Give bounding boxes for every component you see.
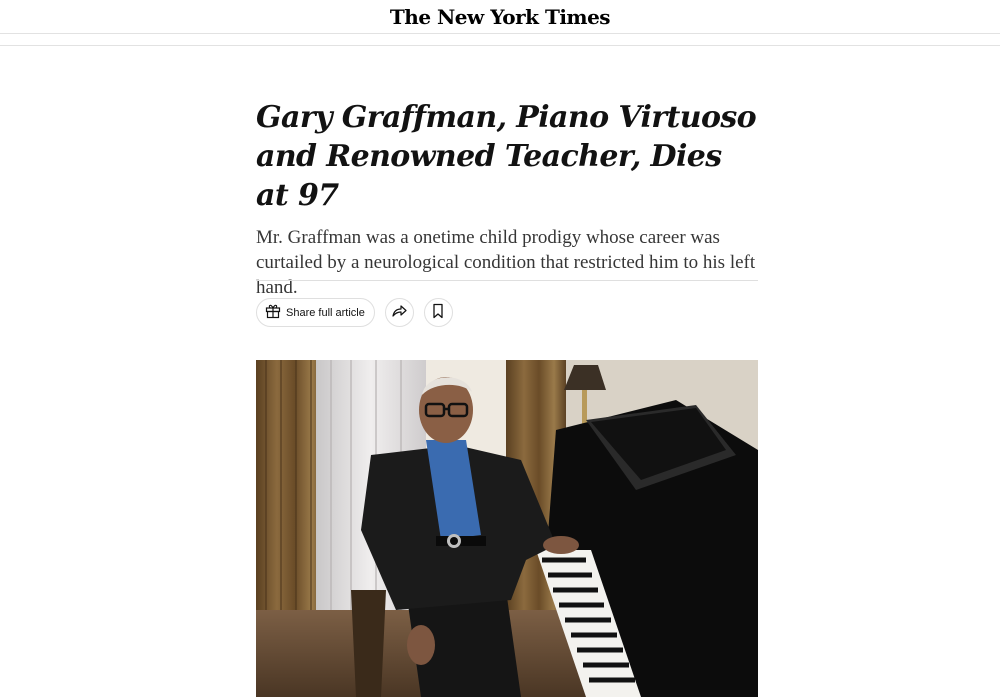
masthead: The New York Times — [0, 0, 1000, 34]
article-toolbar: Share full article — [256, 298, 453, 327]
photo-illustration — [256, 360, 758, 697]
gift-icon — [264, 302, 282, 323]
share-full-article-label: Share full article — [286, 306, 365, 319]
share-full-article-button[interactable]: Share full article — [256, 298, 375, 327]
bookmark-icon — [431, 303, 445, 322]
share-button[interactable] — [384, 298, 414, 327]
divider — [256, 280, 758, 281]
article-headline: Gary Graffman, Piano Virtuoso and Renown… — [256, 100, 757, 213]
article-lead-photo — [256, 360, 758, 697]
share-arrow-icon — [391, 303, 407, 322]
nyt-logo[interactable]: The New York Times — [390, 5, 611, 29]
save-button[interactable] — [423, 298, 453, 327]
article-header: Gary Graffman, Piano Virtuoso and Renown… — [256, 98, 758, 300]
masthead-subbar — [0, 34, 1000, 46]
article-summary: Mr. Graffman was a onetime child prodigy… — [256, 227, 756, 298]
